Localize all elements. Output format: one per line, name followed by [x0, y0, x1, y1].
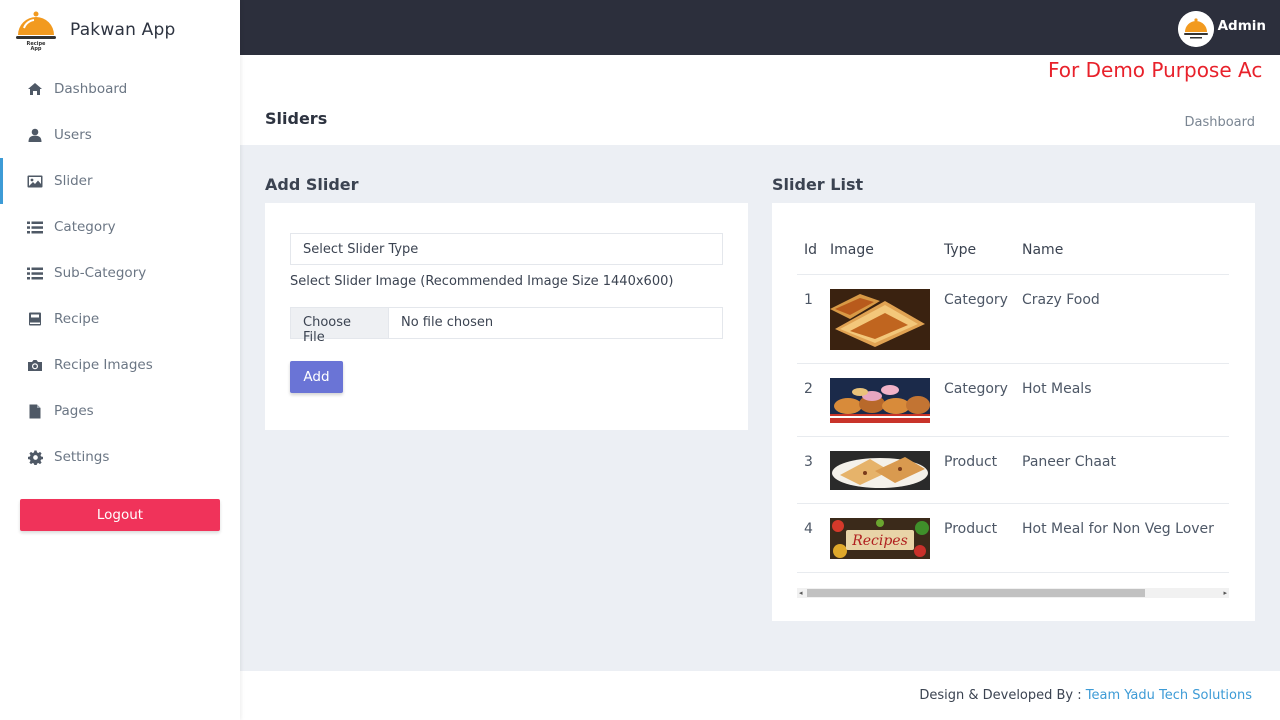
cell-type: Product — [944, 454, 998, 470]
cell-name: Paneer Chaat — [1022, 454, 1116, 470]
table-row[interactable]: 4 Recipes Product Hot Meal for Non Veg L… — [797, 504, 1229, 573]
svg-text:Recipes: Recipes — [851, 533, 908, 549]
table-row[interactable]: 3 Product Paneer Chaat — [797, 437, 1229, 504]
table-header: Id Image Type Name — [797, 231, 1229, 275]
sidebar-item-label: Category — [54, 219, 116, 235]
file-icon — [27, 403, 43, 419]
home-icon — [27, 81, 43, 97]
slider-thumbnail — [830, 289, 930, 350]
sidebar: Recipe App Pakwan App Dashboard Users Sl… — [0, 0, 240, 720]
slider-list-card: Id Image Type Name 1 Category Crazy Food — [772, 203, 1255, 621]
sidebar-item-recipe-images[interactable]: Recipe Images — [0, 342, 240, 388]
scroll-thumb[interactable] — [807, 589, 1145, 597]
slider-list-title: Slider List — [772, 175, 864, 194]
demo-marquee: For Demo Purpose Ac — [1048, 58, 1263, 82]
logout-button[interactable]: Logout — [20, 499, 220, 531]
sidebar-item-recipe[interactable]: Recipe — [0, 296, 240, 342]
cell-id: 4 — [804, 521, 813, 537]
sidebar-item-slider[interactable]: Slider — [0, 158, 240, 204]
sidebar-item-sub-category[interactable]: Sub-Category — [0, 250, 240, 296]
file-input[interactable]: Choose File No file chosen — [290, 307, 723, 345]
sidebar-nav: Dashboard Users Slider Category Sub-Cate… — [0, 66, 240, 480]
user-icon — [27, 127, 43, 143]
cell-name: Hot Meal for Non Veg Lover — [1022, 521, 1214, 537]
scroll-left-icon[interactable]: ◂ — [799, 588, 803, 598]
cell-id: 2 — [804, 381, 813, 397]
cell-id: 3 — [804, 454, 813, 470]
table-row[interactable]: 1 Category Crazy Food — [797, 275, 1229, 364]
app-logo: Recipe App — [14, 8, 58, 52]
brand[interactable]: Recipe App Pakwan App — [0, 0, 240, 60]
avatar[interactable] — [1178, 11, 1214, 47]
list-icon — [27, 265, 43, 281]
sidebar-item-dashboard[interactable]: Dashboard — [0, 66, 240, 112]
footer-credit: Design & Developed By : Team Yadu Tech S… — [919, 688, 1252, 703]
slider-thumbnail — [830, 451, 930, 490]
app-name: Pakwan App — [70, 20, 176, 40]
add-button[interactable]: Add — [290, 361, 343, 393]
column-header-id: Id — [804, 242, 818, 258]
book-icon — [27, 311, 43, 327]
sidebar-item-label: Recipe — [54, 311, 100, 327]
column-header-name: Name — [1022, 242, 1064, 258]
add-slider-card: Select Slider Type Select Slider Image (… — [265, 203, 748, 430]
sidebar-item-settings[interactable]: Settings — [0, 434, 240, 480]
cell-type: Category — [944, 292, 1008, 308]
slider-type-select[interactable]: Select Slider Type — [290, 233, 723, 265]
slider-table: Id Image Type Name 1 Category Crazy Food — [797, 231, 1229, 573]
sidebar-item-label: Sub-Category — [54, 265, 147, 281]
slider-thumbnail — [830, 378, 930, 423]
cell-name: Hot Meals — [1022, 381, 1092, 397]
file-status: No file chosen — [401, 315, 494, 330]
sidebar-item-category[interactable]: Category — [0, 204, 240, 250]
breadcrumb[interactable]: Dashboard — [1184, 115, 1255, 130]
sidebar-item-pages[interactable]: Pages — [0, 388, 240, 434]
scroll-right-icon[interactable]: ▸ — [1223, 588, 1227, 598]
sidebar-item-users[interactable]: Users — [0, 112, 240, 158]
choose-file-button[interactable]: Choose File — [291, 308, 389, 345]
image-size-hint: Select Slider Image (Recommended Image S… — [290, 274, 674, 289]
add-slider-title: Add Slider — [265, 175, 359, 194]
cell-type: Category — [944, 381, 1008, 397]
footer-link[interactable]: Team Yadu Tech Solutions — [1086, 688, 1252, 703]
cell-type: Product — [944, 521, 998, 537]
table-row[interactable]: 2 Category Hot Meals — [797, 364, 1229, 437]
user-name[interactable]: Admin — [1218, 18, 1266, 34]
page-title: Sliders — [265, 109, 328, 128]
gear-icon — [27, 449, 43, 465]
sidebar-item-label: Users — [54, 127, 92, 143]
slider-thumbnail: Recipes — [830, 518, 930, 559]
sidebar-item-label: Pages — [54, 403, 94, 419]
sidebar-item-label: Settings — [54, 449, 110, 465]
column-header-image: Image — [830, 242, 874, 258]
column-header-type: Type — [944, 242, 977, 258]
image-icon — [27, 173, 43, 189]
sidebar-item-label: Recipe Images — [54, 357, 153, 373]
list-icon — [27, 219, 43, 235]
horizontal-scrollbar[interactable]: ◂ ▸ — [797, 588, 1229, 598]
camera-icon — [27, 357, 43, 373]
topbar: Admin — [240, 0, 1280, 55]
sidebar-item-label: Dashboard — [54, 81, 128, 97]
cell-id: 1 — [804, 292, 813, 308]
cell-name: Crazy Food — [1022, 292, 1100, 308]
svg-text:App: App — [30, 46, 41, 52]
footer: Design & Developed By : Team Yadu Tech S… — [240, 671, 1280, 720]
sidebar-item-label: Slider — [54, 173, 93, 189]
footer-prefix: Design & Developed By : — [919, 688, 1086, 703]
page-header: For Demo Purpose Ac Sliders Dashboard — [240, 55, 1280, 145]
